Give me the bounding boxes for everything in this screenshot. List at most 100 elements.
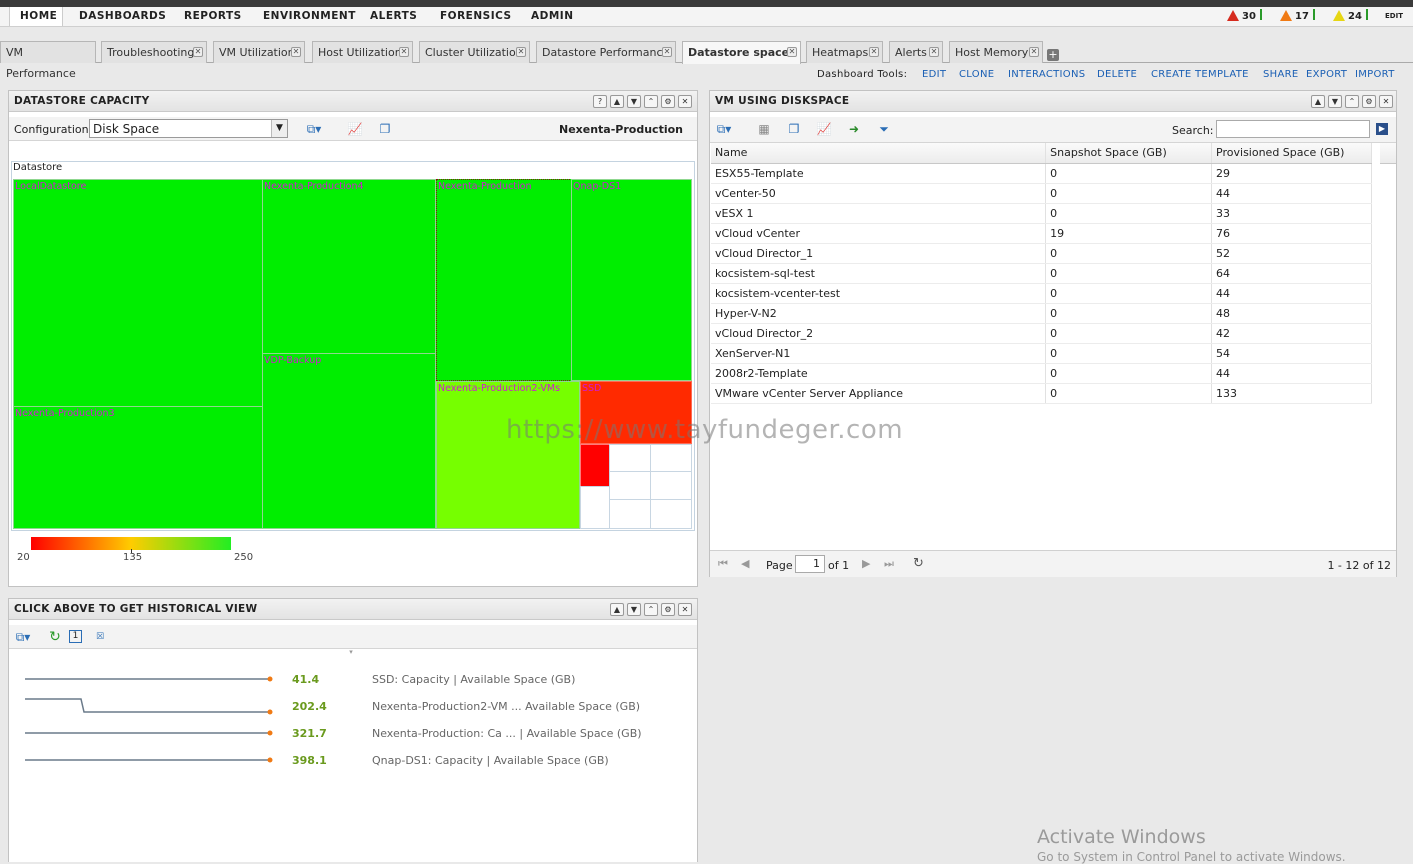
history-label[interactable]: Nexenta-Production2-VM ... Available Spa…: [372, 700, 640, 713]
maximize-icon[interactable]: ⌃: [1345, 95, 1359, 108]
tool-delete[interactable]: DELETE: [1097, 69, 1137, 81]
close-icon[interactable]: ✕: [787, 47, 797, 57]
prev-page-icon[interactable]: ◀: [741, 557, 749, 570]
nav-dashboards[interactable]: DASHBOARDS: [79, 7, 166, 26]
chart-icon[interactable]: 📈: [816, 122, 832, 136]
table-row[interactable]: kocsistem-vcenter-test 0 44: [711, 283, 1372, 304]
help-icon[interactable]: ?: [593, 95, 607, 108]
tab-vm-utilization[interactable]: VM Utilization ✕: [213, 41, 305, 63]
search-go-icon[interactable]: ▶: [1376, 123, 1388, 135]
table-row[interactable]: 2008r2-Template 0 44: [711, 363, 1372, 384]
table-row[interactable]: vCloud Director_1 0 52: [711, 243, 1372, 264]
nav-alerts[interactable]: ALERTS: [370, 7, 417, 26]
copy-icon[interactable]: ❐: [377, 122, 393, 136]
chevron-down-icon[interactable]: ▼: [271, 120, 287, 137]
treemap-cell-small[interactable]: [580, 444, 610, 487]
treemap-cell-small[interactable]: [650, 444, 692, 472]
splitter-handle[interactable]: ▾: [341, 649, 361, 656]
layout-menu-icon[interactable]: ⧉▾: [15, 630, 31, 644]
chevron-down-icon[interactable]: ▼: [627, 95, 641, 108]
table-row[interactable]: vESX 1 0 33: [711, 203, 1372, 224]
close-icon[interactable]: ✕: [399, 47, 409, 57]
tool-import[interactable]: IMPORT: [1355, 69, 1395, 81]
close-icon[interactable]: ✕: [1029, 47, 1039, 57]
tab-cluster-utilization[interactable]: Cluster Utilization ✕: [419, 41, 530, 63]
tab-host-utilization[interactable]: Host Utilization ✕: [312, 41, 413, 63]
close-icon[interactable]: ✕: [193, 47, 203, 57]
first-page-icon[interactable]: ⏮: [718, 557, 728, 571]
collapse-up-icon[interactable]: ▲: [610, 95, 624, 108]
close-icon[interactable]: ✕: [291, 47, 301, 57]
table-row[interactable]: vCloud vCenter 19 76: [711, 223, 1372, 244]
tool-create-template[interactable]: CREATE TEMPLATE: [1151, 69, 1249, 81]
table-icon[interactable]: ▦: [756, 122, 772, 136]
tool-export[interactable]: EXPORT: [1306, 69, 1347, 81]
treemap-cell-small[interactable]: [650, 499, 692, 529]
settings-icon[interactable]: ⚙: [661, 603, 675, 616]
major-alert-count[interactable]: 17: [1280, 9, 1315, 24]
close-icon[interactable]: ✕: [1379, 95, 1393, 108]
treemap-cell-nexenta-production4[interactable]: Nexenta-Production4: [262, 179, 436, 354]
treemap-cell-nexenta-production[interactable]: Nexenta-Production: [436, 179, 572, 381]
history-label[interactable]: SSD: Capacity | Available Space (GB): [372, 673, 575, 686]
treemap-cell-nexenta-production3[interactable]: Nexenta-Production3: [13, 406, 263, 529]
critical-alert-count[interactable]: 30: [1227, 9, 1262, 24]
refresh-icon[interactable]: ↻: [913, 556, 924, 571]
tool-clone[interactable]: CLONE: [959, 69, 994, 81]
treemap-cell-localdatastore[interactable]: LocalDatastore: [13, 179, 263, 407]
alerts-edit-link[interactable]: EDIT: [1385, 9, 1403, 24]
settings-icon[interactable]: ⚙: [1362, 95, 1376, 108]
tab-alerts[interactable]: Alerts ✕: [889, 41, 943, 63]
treemap-cell-nexenta-production2-vms[interactable]: Nexenta-Production2-VMs: [436, 381, 580, 529]
settings-icon[interactable]: ⚙: [661, 95, 675, 108]
table-row[interactable]: vCloud Director_2 0 42: [711, 323, 1372, 344]
search-input[interactable]: [1216, 120, 1370, 138]
refresh-icon[interactable]: ↻: [47, 630, 63, 644]
tool-edit[interactable]: EDIT: [922, 69, 946, 81]
table-row[interactable]: vCenter-50 0 44: [711, 183, 1372, 204]
treemap-cell-small[interactable]: [609, 444, 651, 472]
table-row[interactable]: VMware vCenter Server Appliance 0 133: [711, 383, 1372, 404]
tab-datastore-space[interactable]: Datastore space ✕: [682, 41, 801, 64]
history-label[interactable]: Qnap-DS1: Capacity | Available Space (GB…: [372, 754, 609, 767]
treemap-cell-small[interactable]: [650, 471, 692, 500]
chart-icon[interactable]: 📈: [347, 122, 363, 136]
table-row[interactable]: Hyper-V-N2 0 48: [711, 303, 1372, 324]
clear-icon[interactable]: ☒: [92, 630, 108, 644]
layout-menu-icon[interactable]: ⧉▾: [716, 122, 732, 136]
close-icon[interactable]: ✕: [516, 47, 526, 57]
history-label[interactable]: Nexenta-Production: Ca ... | Available S…: [372, 727, 642, 740]
treemap-cell-small[interactable]: [580, 486, 610, 529]
maximize-icon[interactable]: ⌃: [644, 95, 658, 108]
tab-heatmaps[interactable]: Heatmaps ✕: [806, 41, 883, 63]
collapse-up-icon[interactable]: ▲: [610, 603, 624, 616]
treemap-cell-vdp-backup[interactable]: VDP-Backup: [262, 353, 436, 529]
nav-admin[interactable]: ADMIN: [531, 7, 574, 26]
treemap-cell-qnap-ds1[interactable]: Qnap-DS1: [571, 179, 692, 381]
nav-environment[interactable]: ENVIRONMENT: [263, 7, 356, 26]
close-icon[interactable]: ✕: [869, 47, 879, 57]
tool-share[interactable]: SHARE: [1263, 69, 1298, 81]
copy-icon[interactable]: ❐: [786, 122, 802, 136]
nav-home[interactable]: HOME: [9, 7, 63, 26]
chevron-down-icon[interactable]: ▼: [1328, 95, 1342, 108]
filter-icon[interactable]: ⏷: [876, 122, 892, 136]
tab-datastore-performance[interactable]: Datastore Performance ✕: [536, 41, 676, 63]
last-page-icon[interactable]: ⏭: [884, 557, 894, 571]
column-snapshot[interactable]: Snapshot Space (GB): [1045, 143, 1213, 164]
close-icon[interactable]: ✕: [662, 47, 672, 57]
table-row[interactable]: ESX55-Template 0 29: [711, 163, 1372, 184]
maximize-icon[interactable]: ⌃: [644, 603, 658, 616]
chevron-down-icon[interactable]: ▼: [627, 603, 641, 616]
minor-alert-count[interactable]: 24: [1333, 9, 1368, 24]
treemap-cell-small[interactable]: [609, 499, 651, 529]
tool-interactions[interactable]: INTERACTIONS: [1008, 69, 1085, 81]
tab-troubleshooting[interactable]: Troubleshooting ✕: [101, 41, 207, 63]
configuration-select[interactable]: Disk Space ▼: [89, 119, 288, 138]
column-name[interactable]: Name: [711, 143, 1047, 164]
column-provisioned[interactable]: Provisioned Space (GB): [1211, 143, 1372, 164]
export-icon[interactable]: ➜: [846, 122, 862, 136]
layout-menu-icon[interactable]: ⧉▾: [306, 122, 322, 136]
tab-vm-performance[interactable]: VM Performance: [0, 41, 96, 80]
calendar-icon[interactable]: 1: [69, 630, 82, 643]
